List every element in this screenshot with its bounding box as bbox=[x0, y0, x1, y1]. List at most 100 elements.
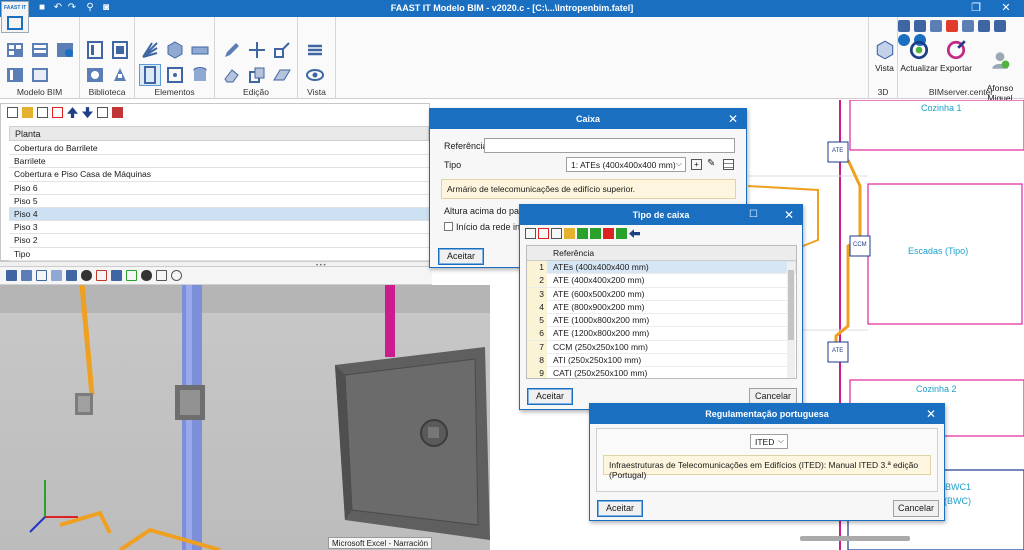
caixa-ok-button[interactable]: Aceitar bbox=[438, 248, 484, 265]
wire-icon[interactable] bbox=[126, 270, 137, 282]
eye-icon[interactable] bbox=[304, 64, 326, 86]
edit-icon[interactable] bbox=[564, 228, 575, 240]
vista-3d-button[interactable]: Vista bbox=[872, 39, 897, 73]
tool-icon-6[interactable] bbox=[978, 20, 990, 32]
library-icon-2[interactable] bbox=[109, 39, 131, 61]
move-down-icon[interactable] bbox=[82, 107, 93, 119]
export-button[interactable]: Exportar bbox=[938, 39, 974, 73]
add-floor-icon[interactable] bbox=[7, 107, 18, 119]
floor-row[interactable]: Cobertura do Barrilete bbox=[9, 142, 429, 156]
element-cylinder-icon[interactable] bbox=[189, 64, 211, 86]
table-icon[interactable] bbox=[112, 107, 123, 119]
layers-view-icon[interactable] bbox=[21, 270, 32, 282]
floor-row[interactable]: Piso 4 bbox=[9, 207, 429, 222]
update-button[interactable]: Actualizar bbox=[900, 39, 938, 73]
move-icon[interactable] bbox=[246, 39, 268, 61]
delete-icon[interactable] bbox=[538, 228, 549, 240]
floor-row[interactable]: Piso 6 bbox=[9, 182, 429, 195]
table-type-icon[interactable] bbox=[723, 159, 734, 170]
table-row[interactable]: 4 ATE (800x900x200 mm) bbox=[527, 300, 796, 315]
bim-model-icon-3[interactable] bbox=[54, 39, 76, 61]
copy-floor-icon[interactable] bbox=[37, 107, 48, 119]
table-row[interactable]: 2 ATE (400x400x200 mm) bbox=[527, 274, 796, 288]
maximize-icon[interactable]: ☐ bbox=[749, 205, 758, 225]
close-icon[interactable]: ✕ bbox=[784, 205, 794, 225]
edit-floor-icon[interactable] bbox=[22, 107, 33, 119]
element-duct-icon[interactable] bbox=[189, 39, 211, 61]
scale-icon[interactable] bbox=[271, 39, 293, 61]
floor-row[interactable]: Piso 5 bbox=[9, 195, 429, 208]
section-icon[interactable] bbox=[96, 270, 107, 282]
library-icon[interactable] bbox=[616, 228, 627, 240]
add-type-icon[interactable]: + bbox=[691, 159, 702, 170]
floor-row[interactable]: Piso 2 bbox=[9, 234, 429, 248]
close-icon[interactable]: ✕ bbox=[728, 109, 738, 129]
move-up-icon[interactable] bbox=[67, 107, 78, 119]
reg-ok-button[interactable]: Aceitar bbox=[597, 500, 643, 517]
hide-icon[interactable] bbox=[81, 270, 92, 282]
copy-icon[interactable] bbox=[551, 228, 562, 240]
view-3d[interactable] bbox=[0, 285, 490, 550]
import-icon[interactable] bbox=[577, 228, 588, 240]
tipo-ok-button[interactable]: Aceitar bbox=[527, 388, 573, 405]
bim-model-icon-2[interactable] bbox=[29, 39, 51, 61]
tool-icon-2[interactable] bbox=[914, 20, 926, 32]
tool-icon-3[interactable] bbox=[930, 20, 942, 32]
delete-floor-icon[interactable] bbox=[52, 107, 63, 119]
export-icon[interactable] bbox=[590, 228, 601, 240]
table-row[interactable]: 8 ATI (250x250x100 mm) bbox=[527, 354, 796, 368]
horizontal-scrollbar[interactable] bbox=[800, 536, 910, 541]
cube-view-icon[interactable] bbox=[51, 270, 62, 282]
bim-model-icon-5[interactable] bbox=[29, 64, 51, 86]
library-icon-1[interactable] bbox=[84, 39, 106, 61]
bim-model-icon-1[interactable] bbox=[4, 39, 26, 61]
element-panel-icon[interactable] bbox=[164, 64, 186, 86]
table-row[interactable]: 9 CATI (250x250x100 mm) bbox=[527, 367, 796, 378]
floor-row[interactable]: Barrilete bbox=[9, 155, 429, 169]
start-network-checkbox[interactable] bbox=[444, 222, 453, 231]
bim-model-icon-4[interactable] bbox=[4, 64, 26, 86]
eye-view-icon[interactable] bbox=[141, 270, 152, 282]
tool-icon-5[interactable] bbox=[962, 20, 974, 32]
eraser-icon[interactable] bbox=[221, 64, 243, 86]
tool-icon-4[interactable] bbox=[946, 20, 958, 32]
axis-icon[interactable] bbox=[36, 270, 47, 282]
plane-icon[interactable] bbox=[271, 64, 293, 86]
ref-input[interactable] bbox=[484, 138, 735, 153]
add-icon[interactable] bbox=[525, 228, 536, 240]
tool-icon-1[interactable] bbox=[898, 20, 910, 32]
app-logo[interactable]: FAAST IT bbox=[1, 1, 29, 33]
back-arrow-icon[interactable] bbox=[629, 229, 640, 239]
floor-row[interactable]: Piso 3 bbox=[9, 221, 429, 235]
close-icon[interactable]: ✕ bbox=[926, 404, 936, 424]
element-box-icon[interactable] bbox=[139, 64, 161, 86]
reg-cancel-button[interactable]: Cancelar bbox=[893, 500, 939, 517]
table-row[interactable]: 5 ATE (1000x800x200 mm) bbox=[527, 314, 796, 328]
table-row[interactable]: 7 CCM (250x250x100 mm) bbox=[527, 340, 796, 355]
table-row[interactable]: 6 ATE (1200x800x200 mm) bbox=[527, 327, 796, 341]
edit-type-icon[interactable]: ✎ bbox=[707, 159, 718, 170]
library-icon-3[interactable] bbox=[84, 64, 106, 86]
tipo-scrollbar[interactable] bbox=[787, 262, 795, 378]
regulation-select[interactable]: ITED ⌵ bbox=[750, 434, 788, 449]
element-fan-icon[interactable] bbox=[139, 39, 161, 61]
element-cube-icon[interactable] bbox=[164, 39, 186, 61]
home-view-icon[interactable] bbox=[6, 270, 17, 282]
floor-row[interactable]: Cobertura e Piso Casa de Máquinas bbox=[9, 168, 429, 182]
library-icon-4[interactable] bbox=[109, 64, 131, 86]
table-row[interactable]: 1 ATEs (400x400x400 mm) bbox=[527, 261, 796, 275]
box-view-icon[interactable] bbox=[66, 270, 77, 282]
floor-row[interactable]: Tipo bbox=[9, 248, 429, 261]
table-row[interactable]: 3 ATE (600x500x200 mm) bbox=[527, 287, 796, 301]
copy-icon[interactable] bbox=[246, 64, 268, 86]
restore-icon[interactable]: ❐ bbox=[962, 0, 990, 17]
layers-icon[interactable] bbox=[304, 39, 326, 61]
scroll-thumb[interactable] bbox=[788, 270, 794, 340]
grid-icon[interactable] bbox=[97, 107, 108, 119]
close-icon[interactable]: ✕ bbox=[992, 0, 1020, 17]
pencil-icon[interactable] bbox=[221, 39, 243, 61]
zoom-icon[interactable] bbox=[171, 270, 182, 282]
grid-view-icon[interactable] bbox=[156, 270, 167, 282]
tool-icon-7[interactable] bbox=[994, 20, 1006, 32]
shade-icon[interactable] bbox=[111, 270, 122, 282]
